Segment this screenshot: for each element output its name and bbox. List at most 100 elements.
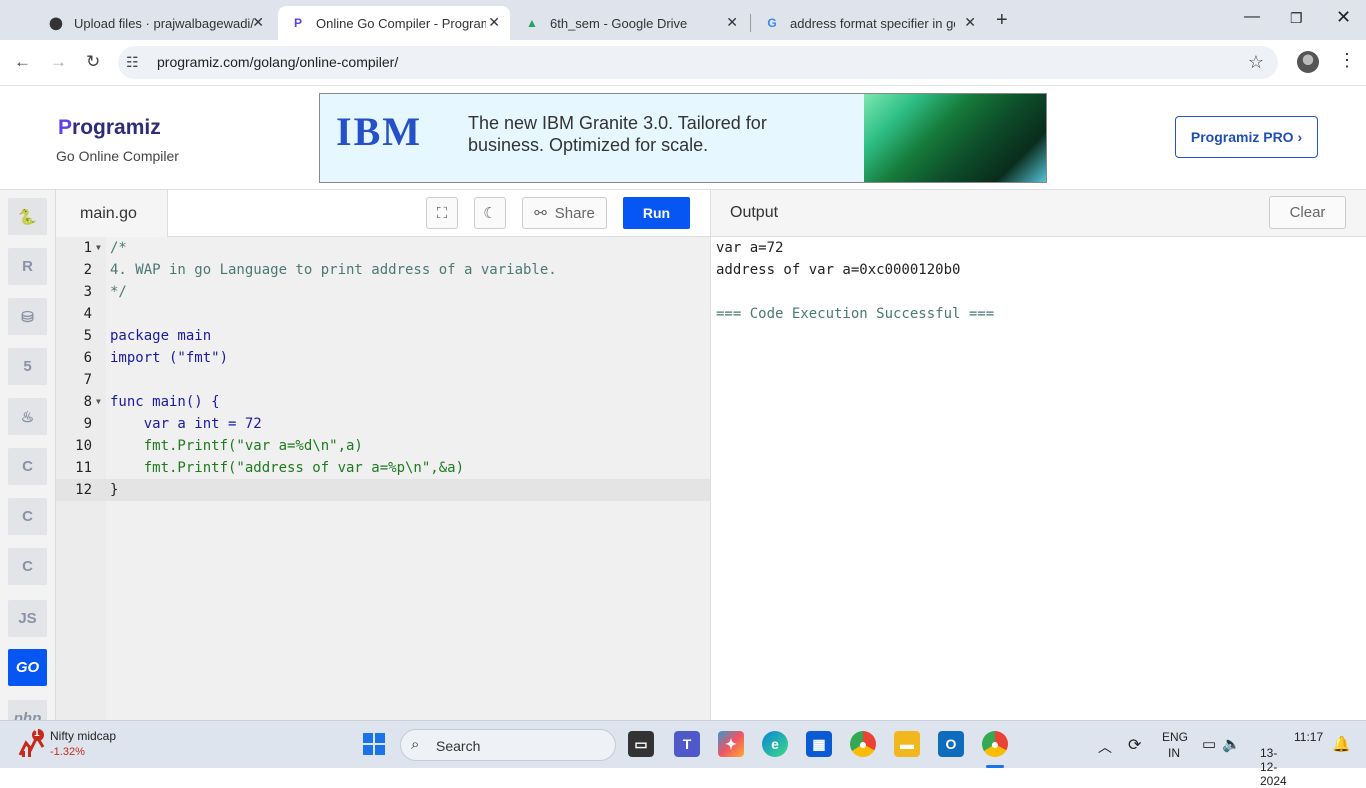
- windows-start-icon[interactable]: [361, 731, 387, 757]
- html5-icon[interactable]: 5: [8, 348, 47, 385]
- language-bottom[interactable]: IN: [1168, 746, 1180, 760]
- code-line: */: [110, 284, 127, 300]
- dark-mode-icon[interactable]: ☾: [474, 197, 506, 229]
- php-icon[interactable]: php: [8, 700, 47, 720]
- tab-programiz[interactable]: P Online Go Compiler - Programiz ✕: [278, 6, 510, 40]
- programiz-icon: P: [293, 16, 302, 30]
- line-number: 8: [83, 394, 92, 410]
- output-title: Output: [730, 204, 779, 221]
- close-window-button[interactable]: ✕: [1336, 7, 1351, 28]
- compiler-subtitle: Go Online Compiler: [56, 148, 179, 164]
- ibm-advertisement[interactable]: IBM The new IBM Granite 3.0. Tailored fo…: [319, 93, 1047, 183]
- line-number: 2: [83, 262, 92, 278]
- new-tab-button[interactable]: +: [996, 9, 1008, 32]
- clock-date[interactable]: 13-12-2024: [1260, 746, 1287, 788]
- teams-icon[interactable]: T: [674, 731, 700, 757]
- volume-icon[interactable]: 🔈: [1222, 735, 1241, 753]
- sync-icon[interactable]: ⟳: [1128, 735, 1141, 755]
- store-icon[interactable]: ▦: [806, 731, 832, 757]
- output-line: address of var a=0xc0000120b0: [716, 262, 961, 278]
- close-tab-icon[interactable]: ✕: [726, 14, 738, 31]
- close-tab-icon[interactable]: ✕: [488, 14, 500, 31]
- close-tab-icon[interactable]: ✕: [964, 14, 976, 31]
- profile-avatar[interactable]: [1297, 51, 1319, 73]
- outlook-icon[interactable]: O: [938, 731, 964, 757]
- code-line: var a int = 72: [110, 413, 262, 435]
- execution-status: === Code Execution Successful ===: [716, 306, 995, 322]
- share-label: Share: [554, 204, 595, 222]
- task-view-icon[interactable]: ▭: [628, 731, 654, 757]
- github-icon: ⬤: [49, 16, 63, 30]
- code-editor[interactable]: 1 ▼ 2 3 4 5 6 7 8 ▼ 9 10 11 12 /* 4. WAP…: [56, 237, 710, 720]
- code-line: package main: [110, 328, 212, 344]
- taskbar-search[interactable]: ⌕ Search: [400, 729, 616, 761]
- python-icon[interactable]: 🐍: [8, 198, 47, 235]
- code-line: /*: [110, 240, 127, 256]
- share-button[interactable]: ⚯ Share: [522, 197, 607, 229]
- forward-icon[interactable]: →: [50, 52, 67, 72]
- stock-change: -1.32%: [50, 746, 85, 758]
- notification-badge: 1: [34, 728, 40, 739]
- current-line-highlight: [56, 479, 710, 501]
- browser-tab-strip: ⬤ Upload files · prajwalbagewadi/ ✕ P On…: [0, 0, 1366, 40]
- r-icon[interactable]: R: [8, 248, 47, 285]
- clear-button[interactable]: Clear: [1269, 196, 1346, 229]
- line-number: 7: [83, 372, 92, 388]
- chrome-icon[interactable]: ●: [850, 731, 876, 757]
- search-icon: ⌕: [411, 736, 420, 753]
- java-icon[interactable]: ♨: [8, 398, 47, 435]
- reload-icon[interactable]: ↻: [86, 52, 100, 72]
- tab-github[interactable]: ⬤ Upload files · prajwalbagewadi/ ✕: [36, 6, 274, 40]
- line-number: 3: [83, 284, 92, 300]
- programiz-pro-button[interactable]: Programiz PRO ›: [1175, 116, 1318, 158]
- edge-icon[interactable]: e: [762, 731, 788, 757]
- csharp-icon[interactable]: C: [8, 548, 47, 585]
- fold-arrow-icon[interactable]: ▼: [96, 391, 101, 413]
- bookmark-star-icon[interactable]: ☆: [1248, 52, 1264, 73]
- sql-icon[interactable]: ⛁: [8, 298, 47, 335]
- line-number: 11: [75, 460, 92, 476]
- js-icon[interactable]: JS: [8, 600, 47, 637]
- tab-google-search[interactable]: G address format specifier in go - ✕: [752, 6, 986, 40]
- stock-widget-icon[interactable]: 1: [18, 728, 48, 759]
- ad-artwork: [864, 94, 1046, 182]
- run-button[interactable]: Run: [623, 197, 690, 229]
- clock-time[interactable]: 11:17: [1294, 730, 1323, 744]
- code-line: fmt.Printf("var a=%d\n",a): [110, 438, 363, 454]
- fold-arrow-icon[interactable]: ▼: [96, 237, 101, 259]
- language-sidebar: 🐍 R ⛁ 5 ♨ C C C JS GO php: [0, 190, 56, 720]
- line-number: 9: [83, 416, 92, 432]
- programiz-logo[interactable]: Programiz: [58, 116, 161, 140]
- back-icon[interactable]: ←: [14, 52, 31, 72]
- output-console[interactable]: var a=72 address of var a=0xc0000120b0 =…: [710, 237, 1366, 720]
- restore-button[interactable]: ❐: [1290, 10, 1303, 27]
- c-icon[interactable]: C: [8, 448, 47, 485]
- site-header: Programiz Go Online Compiler IBM The new…: [0, 86, 1366, 190]
- close-tab-icon[interactable]: ✕: [252, 14, 264, 31]
- ad-text: The new IBM Granite 3.0. Tailored for bu…: [468, 113, 767, 155]
- site-settings-icon[interactable]: ☷: [126, 54, 139, 71]
- tab-title: address format specifier in go -: [790, 15, 955, 31]
- minimize-button[interactable]: —: [1244, 8, 1260, 26]
- chevron-up-icon[interactable]: ︿: [1098, 737, 1112, 757]
- file-tab[interactable]: main.go: [56, 190, 168, 237]
- tab-google-drive[interactable]: ▲ 6th_sem - Google Drive ✕: [512, 6, 748, 40]
- go-icon[interactable]: GO: [8, 649, 47, 686]
- network-icon[interactable]: ▭: [1202, 735, 1216, 753]
- cpp-icon[interactable]: C: [8, 498, 47, 535]
- notification-icon[interactable]: 🔔: [1332, 735, 1351, 753]
- code-line: import ("fmt"): [110, 350, 229, 366]
- url-text: programiz.com/golang/online-compiler/: [157, 54, 399, 70]
- line-number: 1: [83, 240, 92, 256]
- file-explorer-icon[interactable]: ▬: [894, 731, 920, 757]
- ibm-logo: IBM: [336, 108, 422, 155]
- menu-kebab-icon[interactable]: ⋮: [1338, 50, 1356, 71]
- copilot-icon[interactable]: ✦: [718, 731, 744, 757]
- logo-letter: P: [58, 116, 73, 139]
- language-top[interactable]: ENG: [1162, 730, 1188, 744]
- chrome-profile-icon[interactable]: ●: [982, 731, 1008, 757]
- browser-toolbar: ← → ↻ ☷ programiz.com/golang/online-comp…: [0, 40, 1366, 86]
- address-bar[interactable]: ☷ programiz.com/golang/online-compiler/ …: [118, 46, 1278, 79]
- code-line: fmt.Printf("address of var a=%p\n",&a): [110, 460, 465, 476]
- fullscreen-icon[interactable]: ⛶: [426, 197, 458, 229]
